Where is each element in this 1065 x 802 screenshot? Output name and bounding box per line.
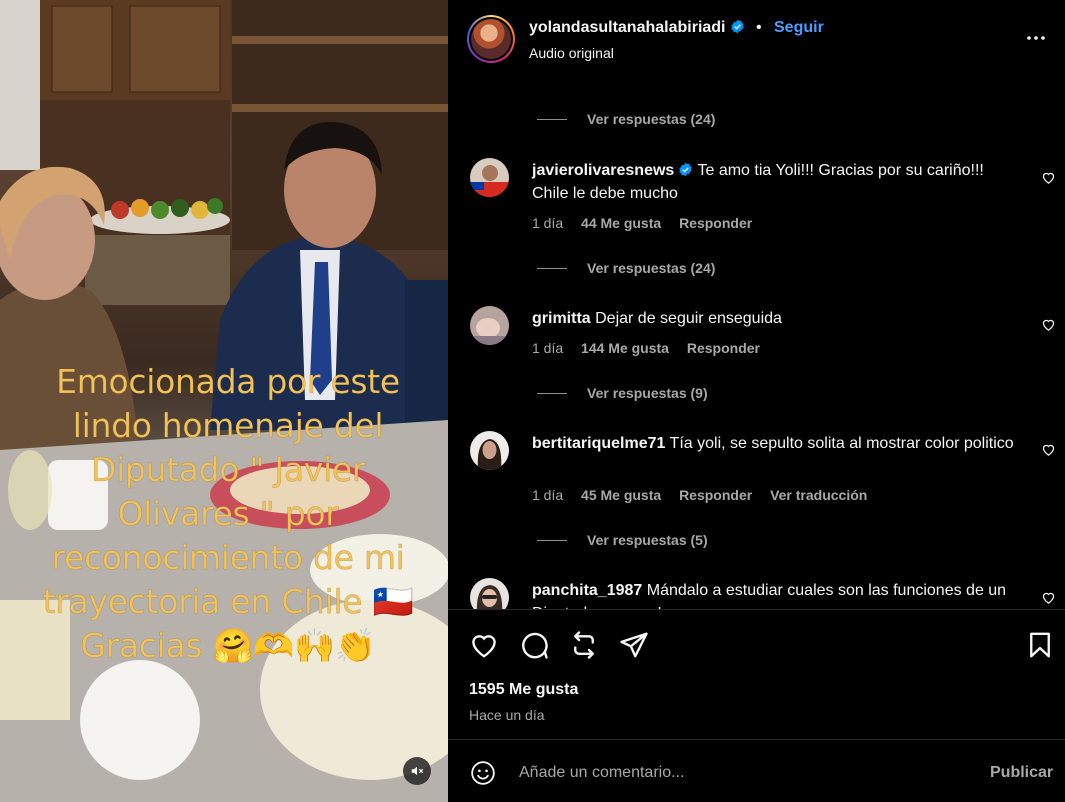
smiley-icon[interactable] bbox=[470, 760, 496, 786]
comment-like-heart-icon[interactable] bbox=[1041, 590, 1056, 605]
view-replies-button[interactable]: Ver respuestas (5) bbox=[537, 530, 708, 550]
comment-text-block: panchita_1987 Mándalo a estudiar cuales … bbox=[532, 579, 1022, 609]
comment-likes[interactable]: 44 Me gusta bbox=[581, 215, 661, 231]
commenter-avatar[interactable] bbox=[470, 306, 509, 345]
comment-text-block: bertitariquelme71 Tía yoli, se sepulto s… bbox=[532, 432, 1022, 455]
separator-dot: • bbox=[756, 19, 762, 36]
comment-meta: 1 día 45 Me gusta Responder Ver traducci… bbox=[532, 487, 881, 503]
comment-composer: Publicar bbox=[448, 739, 1065, 802]
comment-like-heart-icon[interactable] bbox=[1041, 317, 1056, 332]
post-video[interactable]: Emocionada por este lindo homenaje del D… bbox=[0, 0, 448, 802]
comment-time[interactable]: 1 día bbox=[532, 215, 563, 231]
comment-like-heart-icon[interactable] bbox=[1041, 170, 1056, 185]
comment-icon[interactable] bbox=[519, 630, 549, 660]
publish-button[interactable]: Publicar bbox=[990, 764, 1053, 782]
comment-text-block: grimitta Dejar de seguir enseguida bbox=[532, 307, 1022, 330]
paper-plane-icon[interactable] bbox=[619, 630, 649, 660]
more-horizontal-icon[interactable] bbox=[1024, 26, 1054, 50]
comment-like-heart-icon[interactable] bbox=[1041, 442, 1056, 457]
reply-button[interactable]: Responder bbox=[679, 215, 752, 231]
repost-icon[interactable] bbox=[569, 630, 599, 660]
author-avatar[interactable] bbox=[467, 15, 515, 63]
likes-count[interactable]: 1595 Me gusta bbox=[469, 681, 578, 699]
bookmark-icon[interactable] bbox=[1025, 630, 1055, 660]
post-header: yolandasultanahalabiriadi • Seguir Audio… bbox=[448, 0, 1065, 78]
post-panel: yolandasultanahalabiriadi • Seguir Audio… bbox=[448, 0, 1065, 802]
comment-input[interactable] bbox=[519, 758, 959, 788]
comment-meta: 1 día 44 Me gusta Responder bbox=[532, 215, 766, 231]
commenter-username[interactable]: grimitta bbox=[532, 310, 591, 327]
speaker-muted-icon[interactable] bbox=[403, 757, 431, 785]
view-replies-button[interactable]: Ver respuestas (9) bbox=[537, 383, 708, 403]
author-username[interactable]: yolandasultanahalabiriadi bbox=[529, 19, 745, 37]
comment-likes[interactable]: 45 Me gusta bbox=[581, 487, 661, 503]
comment-meta: 1 día 144 Me gusta Responder bbox=[532, 340, 774, 356]
comment-text: Dejar de seguir enseguida bbox=[595, 310, 782, 327]
commenter-avatar[interactable] bbox=[470, 578, 509, 609]
verified-badge-icon bbox=[730, 19, 744, 34]
comment-likes[interactable]: 144 Me gusta bbox=[581, 340, 669, 356]
comments-list: Ver respuestas (24) javierolivaresnews T… bbox=[448, 78, 1065, 609]
commenter-username[interactable]: javierolivaresnews bbox=[532, 162, 674, 179]
comment-text: Tía yoli, se sepulto solita al mostrar c… bbox=[669, 435, 1014, 452]
verified-badge-icon bbox=[679, 162, 692, 177]
view-replies-button[interactable]: Ver respuestas (24) bbox=[537, 109, 715, 129]
translate-button[interactable]: Ver traducción bbox=[770, 487, 867, 503]
commenter-avatar[interactable] bbox=[470, 158, 509, 197]
post-actions: 1595 Me gusta Hace un día bbox=[448, 609, 1065, 739]
comment-text-block: javierolivaresnews Te amo tia Yoli!!! Gr… bbox=[532, 159, 1022, 205]
reply-button[interactable]: Responder bbox=[687, 340, 760, 356]
commenter-username[interactable]: bertitariquelme71 bbox=[532, 435, 665, 452]
audio-label[interactable]: Audio original bbox=[529, 45, 614, 61]
reply-button[interactable]: Responder bbox=[679, 487, 752, 503]
post-time: Hace un día bbox=[469, 707, 545, 723]
comment-time[interactable]: 1 día bbox=[532, 340, 563, 356]
follow-button[interactable]: Seguir bbox=[774, 19, 824, 37]
view-replies-button[interactable]: Ver respuestas (24) bbox=[537, 258, 715, 278]
comment-time[interactable]: 1 día bbox=[532, 487, 563, 503]
commenter-username[interactable]: panchita_1987 bbox=[532, 582, 642, 599]
commenter-avatar[interactable] bbox=[470, 431, 509, 470]
heart-icon[interactable] bbox=[469, 630, 499, 660]
video-caption-overlay: Emocionada por este lindo homenaje del D… bbox=[42, 362, 414, 666]
